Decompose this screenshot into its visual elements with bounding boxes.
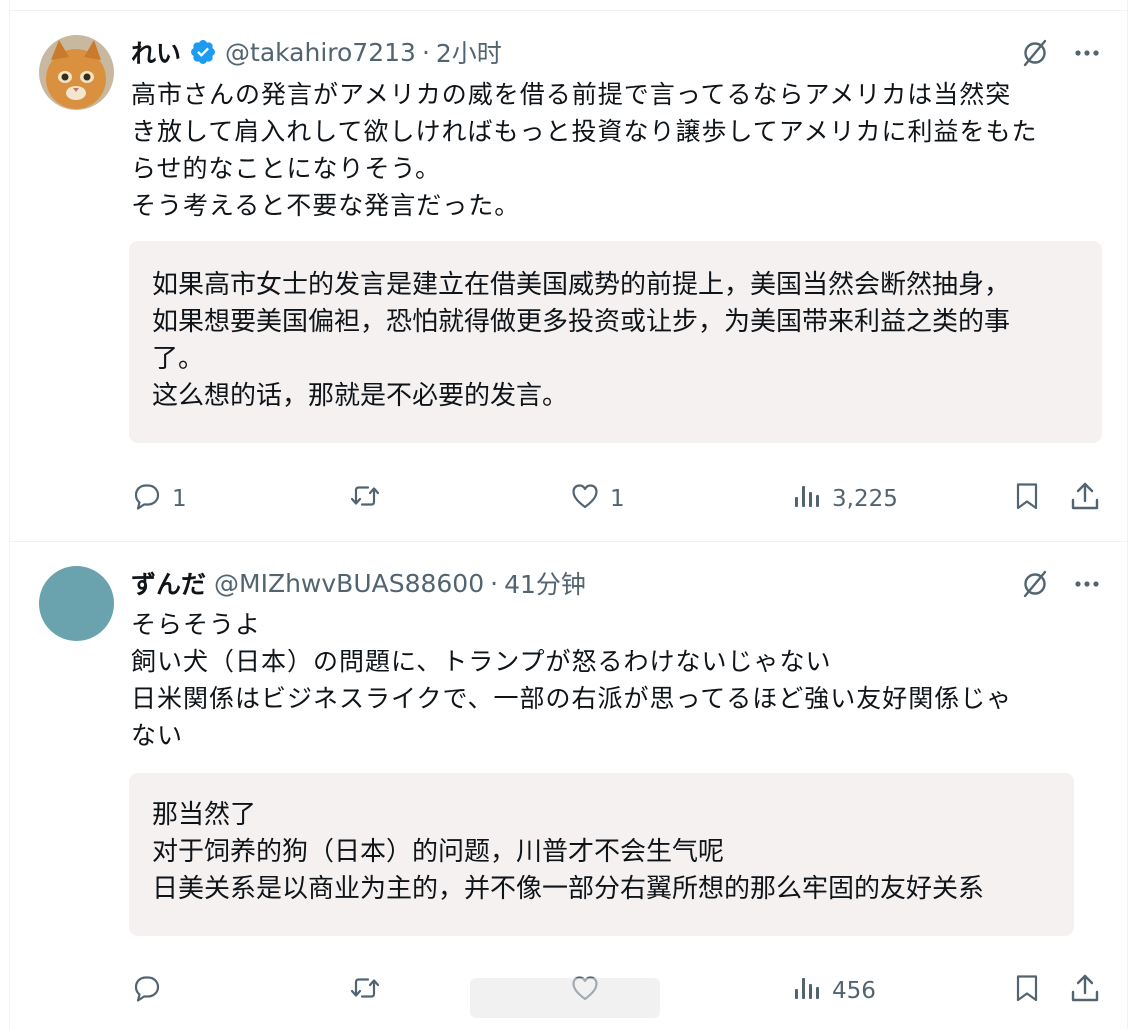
avatar[interactable]	[39, 566, 114, 641]
like-icon	[570, 481, 600, 517]
post-text: そらそうよ 飼い犬（日本）の問題に、トランプが怒るわけないじゃない 日米関係はビ…	[131, 610, 1013, 750]
views-icon	[792, 973, 822, 1009]
post-header: ずんだ @MIZhwvBUAS88600 · 41分钟	[131, 566, 586, 600]
verified-badge-icon	[189, 38, 217, 66]
reply-count: 1	[172, 486, 187, 512]
views-button[interactable]: 3,225	[792, 481, 898, 517]
post-header-actions	[1020, 38, 1102, 68]
translation-box: 如果高市女士的发言是建立在借美国威势的前提上，美国当然会断然抽身， 如果想要美国…	[129, 241, 1102, 443]
views-count: 3,225	[832, 486, 898, 512]
repost-button[interactable]	[350, 973, 390, 1009]
repost-button[interactable]	[350, 481, 390, 517]
like-count: 1	[610, 486, 625, 512]
grok-icon[interactable]	[1020, 38, 1050, 68]
bookmark-icon	[1012, 973, 1042, 1009]
timestamp[interactable]: 41分钟	[504, 565, 586, 601]
reply-button[interactable]	[132, 973, 172, 1009]
repost-icon	[350, 481, 380, 517]
post-actions: 1 1 3,225	[0, 481, 1128, 521]
reply-icon	[132, 481, 162, 517]
post[interactable]: れい @takahiro7213 · 2小时 高市さんの発言がアメリカの威を借る…	[0, 0, 1128, 541]
translation-box: 那当然了 对于饲养的狗（日本）的问题，川普才不会生气呢 日美关系是以商业为主的，…	[129, 773, 1074, 936]
bookmark-button[interactable]	[1012, 973, 1042, 1009]
display-name[interactable]: れい	[131, 34, 181, 70]
share-icon	[1070, 973, 1100, 1009]
more-icon[interactable]	[1072, 38, 1102, 68]
watermark-overlay	[470, 978, 660, 1018]
repost-icon	[350, 973, 380, 1009]
post-header: れい @takahiro7213 · 2小时	[131, 35, 502, 69]
handle[interactable]: @takahiro7213	[225, 38, 416, 67]
views-icon	[792, 481, 822, 517]
separator-dot: ·	[421, 37, 430, 67]
separator-dot: ·	[490, 568, 499, 598]
post-header-actions	[1020, 569, 1102, 599]
display-name[interactable]: ずんだ	[131, 565, 206, 601]
grok-icon[interactable]	[1020, 569, 1050, 599]
share-button[interactable]	[1070, 973, 1100, 1009]
bookmark-icon	[1012, 481, 1042, 517]
post[interactable]: ずんだ @MIZhwvBUAS88600 · 41分钟 そらそうよ 飼い犬（日本…	[0, 542, 1128, 1029]
post-text: 高市さんの発言がアメリカの威を借る前提で言ってるならアメリカは当然突 き放して肩…	[131, 80, 1038, 220]
timestamp[interactable]: 2小时	[436, 34, 502, 70]
reply-button[interactable]: 1	[132, 481, 187, 517]
views-count: 456	[832, 978, 876, 1004]
like-button[interactable]: 1	[570, 481, 625, 517]
share-icon	[1070, 481, 1100, 517]
avatar[interactable]	[39, 35, 114, 110]
views-button[interactable]: 456	[792, 973, 876, 1009]
bookmark-button[interactable]	[1012, 481, 1042, 517]
handle[interactable]: @MIZhwvBUAS88600	[214, 569, 484, 598]
reply-icon	[132, 973, 162, 1009]
share-button[interactable]	[1070, 481, 1100, 517]
more-icon[interactable]	[1072, 569, 1102, 599]
